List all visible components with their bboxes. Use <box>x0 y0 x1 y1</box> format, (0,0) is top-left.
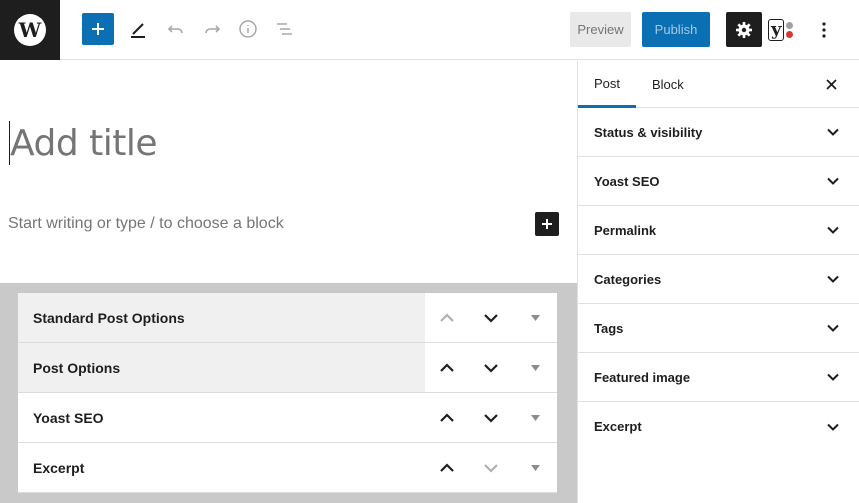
pencil-icon <box>131 23 145 38</box>
panel-status-visibility[interactable]: Status & visibility <box>578 108 859 157</box>
panel-title: Permalink <box>594 222 657 238</box>
chevron-down-icon <box>484 313 498 323</box>
toggle-panel-button[interactable] <box>513 293 557 342</box>
tab-block[interactable]: Block <box>652 61 684 108</box>
metabox-title[interactable]: Standard Post Options <box>18 293 425 342</box>
caret-down-icon <box>530 314 540 321</box>
panel-title: Tags <box>594 320 624 336</box>
tab-post[interactable]: Post <box>578 61 636 108</box>
add-block-button[interactable] <box>82 13 114 45</box>
yoast-score-dots <box>786 22 794 38</box>
panel-title: Categories <box>594 271 662 287</box>
more-options-button[interactable] <box>812 14 836 46</box>
close-sidebar-button[interactable] <box>821 74 841 94</box>
caret-down-icon <box>530 414 540 421</box>
chevron-down-icon <box>827 423 839 431</box>
move-down-button[interactable] <box>469 293 513 342</box>
chevron-down-icon <box>484 363 498 373</box>
metabox-post-options: Post Options <box>18 343 557 393</box>
caret-down-icon <box>530 464 540 471</box>
panel-permalink[interactable]: Permalink <box>578 206 859 255</box>
gear-icon <box>736 21 752 38</box>
chevron-down-icon <box>484 413 498 423</box>
toggle-panel-button[interactable] <box>513 443 557 492</box>
undo-button[interactable] <box>160 13 192 45</box>
panel-categories[interactable]: Categories <box>578 255 859 304</box>
settings-sidebar: Post Block Status & visibility Yoast SEO… <box>577 61 859 503</box>
yoast-seo-button[interactable]: y <box>768 14 804 46</box>
kebab-menu-icon <box>822 22 826 38</box>
info-icon <box>239 20 257 38</box>
chevron-up-icon <box>440 312 454 322</box>
list-view-icon <box>277 23 292 35</box>
panel-yoast-seo[interactable]: Yoast SEO <box>578 157 859 206</box>
close-icon <box>825 78 837 90</box>
wordpress-icon: W <box>14 14 46 46</box>
redo-button[interactable] <box>196 13 228 45</box>
details-button[interactable] <box>232 13 264 45</box>
metabox-title[interactable]: Excerpt <box>18 443 425 492</box>
toggle-panel-button[interactable] <box>513 343 557 392</box>
panel-tags[interactable]: Tags <box>578 304 859 353</box>
move-down-button[interactable] <box>469 393 513 442</box>
settings-button[interactable] <box>726 12 762 47</box>
move-up-button[interactable] <box>425 443 469 492</box>
chevron-up-icon <box>440 462 454 472</box>
plus-icon <box>542 219 552 229</box>
chevron-down-icon <box>827 128 839 136</box>
yoast-icon: y <box>768 19 785 41</box>
sidebar-tabs: Post Block <box>578 61 859 108</box>
move-down-button[interactable] <box>469 443 513 492</box>
metabox-yoast-seo: Yoast SEO <box>18 393 557 443</box>
move-up-button[interactable] <box>425 343 469 392</box>
chevron-down-icon <box>827 275 839 283</box>
panel-title: Excerpt <box>594 419 642 434</box>
panel-title: Status & visibility <box>594 124 703 140</box>
inline-add-block-button[interactable] <box>535 212 559 236</box>
panel-title: Featured image <box>594 369 691 385</box>
list-view-button[interactable] <box>268 13 300 45</box>
metabox-standard-post-options: Standard Post Options <box>18 293 557 343</box>
wordpress-logo-button[interactable]: W <box>0 0 60 60</box>
panel-excerpt[interactable]: Excerpt <box>578 402 859 451</box>
caret-down-icon <box>530 364 540 371</box>
redo-icon <box>205 25 221 34</box>
plus-icon <box>92 23 104 35</box>
chevron-down-icon <box>827 373 839 381</box>
metaboxes-area: Standard Post Options Post Options Yoast… <box>0 283 577 503</box>
preview-button[interactable]: Preview <box>570 12 631 47</box>
metabox-title[interactable]: Post Options <box>18 343 425 392</box>
chevron-down-icon <box>827 324 839 332</box>
editor-header: W Preview Publish y <box>0 0 859 60</box>
chevron-down-icon <box>484 463 498 473</box>
move-up-button[interactable] <box>425 293 469 342</box>
chevron-down-icon <box>827 177 839 185</box>
chevron-up-icon <box>440 412 454 422</box>
chevron-down-icon <box>827 226 839 234</box>
metabox-excerpt: Excerpt <box>18 443 557 493</box>
metabox-title[interactable]: Yoast SEO <box>18 393 425 442</box>
block-appender[interactable]: Start writing or type / to choose a bloc… <box>8 213 284 235</box>
post-title-input[interactable]: Add title <box>10 122 158 166</box>
toggle-panel-button[interactable] <box>513 393 557 442</box>
move-up-button[interactable] <box>425 393 469 442</box>
chevron-up-icon <box>440 362 454 372</box>
panel-title: Yoast SEO <box>594 173 660 189</box>
undo-icon <box>167 25 183 34</box>
move-down-button[interactable] <box>469 343 513 392</box>
tools-button[interactable] <box>122 13 154 45</box>
publish-button[interactable]: Publish <box>642 12 710 47</box>
panel-featured-image[interactable]: Featured image <box>578 353 859 402</box>
